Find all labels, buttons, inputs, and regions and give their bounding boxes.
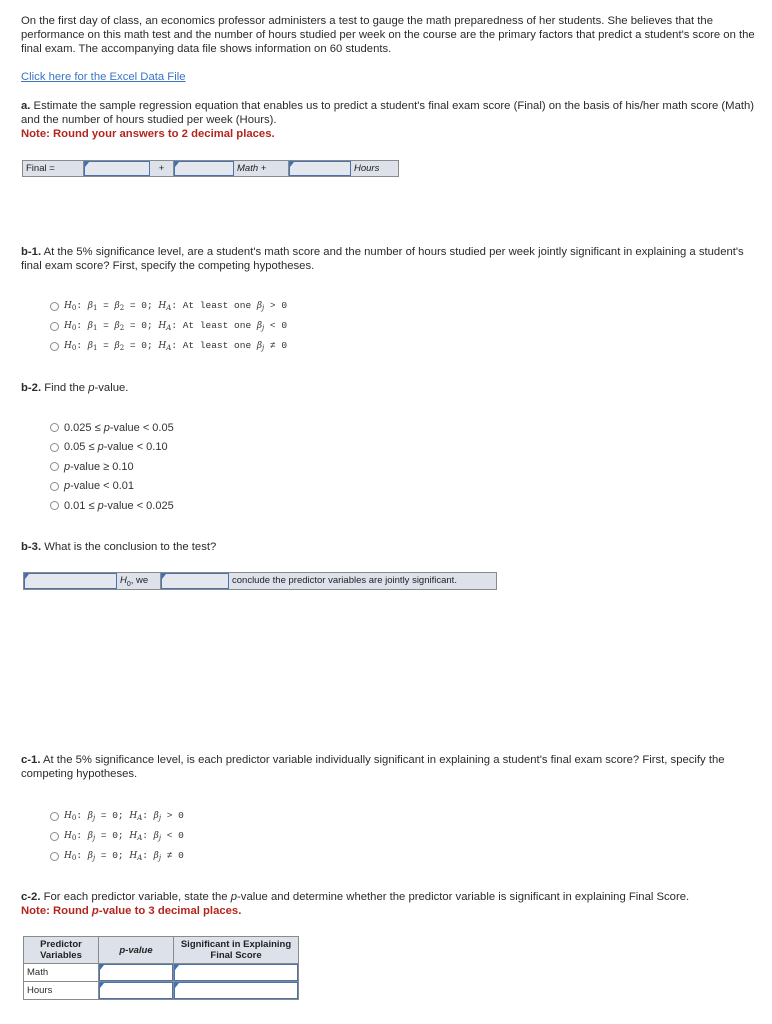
b1-option-2[interactable]: H0: β1 = β2 = 0; HA: At least one βj < 0 [50,316,287,336]
b2-option-3[interactable]: p-value ≥ 0.10 [50,457,174,477]
b2-pvalue-options: 0.025 ≤ p-value < 0.05 0.05 ≤ p-value < … [50,418,174,516]
radio-button[interactable] [50,811,59,821]
part-b1-text: At the 5% significance level, are a stud… [21,246,744,272]
c1-option-2[interactable]: H0: βj = 0; HA: βj < 0 [50,826,184,846]
math-label: Math + [234,161,289,176]
opt-post: -value < 0.10 [103,441,168,454]
radio-button[interactable] [50,321,59,331]
table-header-row: Predictor Variables p-value Significant … [23,936,299,964]
radio-button[interactable] [50,851,59,861]
opt-post: -value < 0.01 [70,480,135,493]
opt-post: -value < 0.025 [103,499,174,512]
row-variable: Hours [23,981,99,1000]
hours-significant-dropdown[interactable] [174,982,298,999]
header-predictor: Predictor Variables [23,936,99,964]
radio-button[interactable] [50,501,59,511]
note-post: -value to 3 decimal places. [98,905,242,917]
intercept-input[interactable] [84,161,150,176]
part-b3-question: b-3. What is the conclusion to the test? [21,540,756,554]
conclusion-row: H0, we conclude the predictor variables … [23,572,497,590]
c1-hypotheses-options: H0: βj = 0; HA: βj > 0 H0: βj = 0; HA: β… [50,806,184,866]
c2-text-pre: For each predictor variable, state the [40,891,231,903]
h0-we-label: H0, we [117,573,161,589]
c1-option-3[interactable]: H0: βj = 0; HA: βj ≠ 0 [50,846,184,866]
table-row: Math [23,963,299,982]
hours-pvalue-input[interactable] [99,982,173,999]
radio-button[interactable] [50,423,59,433]
math-coefficient-input[interactable] [174,161,234,176]
table-row: Hours [23,981,299,1000]
opt-post: -value < 0.05 [109,421,174,434]
radio-button[interactable] [50,442,59,452]
b2-text: Find the [41,382,89,394]
radio-button[interactable] [50,301,59,311]
b1-option-3[interactable]: H0: β1 = β2 = 0; HA: At least one βj ≠ 0 [50,336,287,356]
math-pvalue-input[interactable] [99,964,173,981]
part-b3-text: What is the conclusion to the test? [41,541,217,553]
math-significant-dropdown[interactable] [174,964,298,981]
we-text: , we [130,575,149,586]
opt-post: -value ≥ 0.10 [70,460,134,473]
intro-text: On the first day of class, an economics … [21,15,755,55]
header-pvalue: p-value [98,936,174,964]
b2-option-5[interactable]: 0.01 ≤ p-value < 0.025 [50,496,174,516]
final-label: Final = [23,161,84,176]
opt-pre: 0.01 ≤ [64,499,98,512]
radio-button[interactable] [50,462,59,472]
regression-equation: Final = + Math + Hours [22,160,399,177]
part-b1-label: b-1. [21,246,42,258]
pvalue-table: Predictor Variables p-value Significant … [23,936,299,1000]
decision-dropdown[interactable] [24,573,117,589]
hours-coefficient-input[interactable] [289,161,351,176]
part-c2-note: Note: Round p-value to 3 decimal places. [21,905,241,917]
part-b3-label: b-3. [21,541,42,553]
part-a-label: a. [21,100,31,112]
radio-button[interactable] [50,341,59,351]
part-a-text: Estimate the sample regression equation … [21,100,755,126]
conclusion-text: conclude the predictor variables are joi… [229,573,496,589]
b1-hypotheses-options: H0: β1 = β2 = 0; HA: At least one βj > 0… [50,296,287,356]
part-a-note: Note: Round your answers to 2 decimal pl… [21,128,275,140]
part-c1-text: At the 5% significance level, is each pr… [21,754,725,780]
excel-data-link[interactable]: Click here for the Excel Data File [21,71,186,83]
plus-label: + [150,161,174,176]
note-p: p [91,905,99,917]
conclusion-verb-dropdown[interactable] [161,573,229,589]
b2-option-2[interactable]: 0.05 ≤ p-value < 0.10 [50,438,174,458]
c2-text-post: -value and determine whether the predict… [237,891,690,903]
opt-pre: 0.025 ≤ [64,421,104,434]
hours-label: Hours [351,161,398,176]
part-b2-label: b-2. [21,382,42,394]
radio-button[interactable] [50,481,59,491]
radio-button[interactable] [50,831,59,841]
part-a-question: a. Estimate the sample regression equati… [21,99,756,141]
b2-option-4[interactable]: p-value < 0.01 [50,477,174,497]
part-c1-question: c-1. At the 5% significance level, is ea… [21,753,756,781]
note-pre: Note: Round [21,905,92,917]
part-b2-question: b-2. Find the p-value. [21,381,756,395]
c1-option-1[interactable]: H0: βj = 0; HA: βj > 0 [50,806,184,826]
b2-option-1[interactable]: 0.025 ≤ p-value < 0.05 [50,418,174,438]
opt-pre: 0.05 ≤ [64,441,98,454]
header-significant: Significant in Explaining Final Score [173,936,299,964]
row-variable: Math [23,963,99,982]
problem-intro: On the first day of class, an economics … [21,14,756,56]
part-c1-label: c-1. [21,754,41,766]
b2-text-post: -value. [94,382,129,394]
b1-option-1[interactable]: H0: β1 = β2 = 0; HA: At least one βj > 0 [50,296,287,316]
part-b1-question: b-1. At the 5% significance level, are a… [21,245,756,273]
part-c2-label: c-2. [21,891,41,903]
part-c2-question: c-2. For each predictor variable, state … [21,890,756,918]
